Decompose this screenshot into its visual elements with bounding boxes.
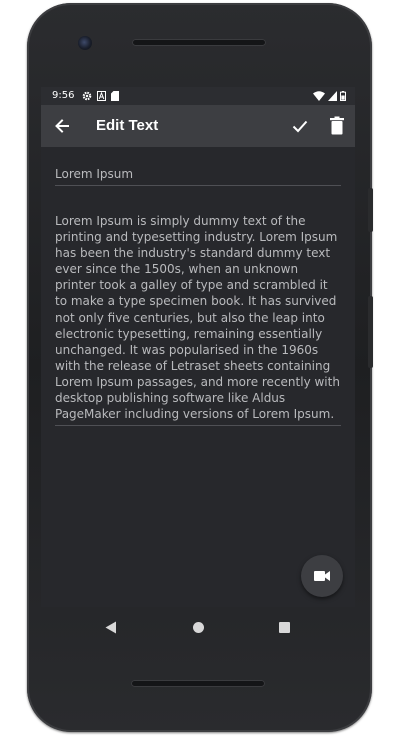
earpiece-speaker — [132, 39, 266, 46]
status-bar: 9:56 — [41, 87, 355, 105]
note-body-input[interactable]: Lorem Ipsum is simply dummy text of the … — [55, 213, 341, 427]
nav-recents-icon[interactable] — [279, 622, 290, 633]
wifi-icon — [313, 91, 325, 101]
status-right-icons — [313, 91, 346, 101]
front-camera — [78, 36, 92, 50]
nav-back-icon[interactable] — [105, 621, 117, 634]
arrow-back-icon[interactable] — [53, 117, 71, 135]
app-bar: Edit Text — [41, 105, 355, 147]
note-title-input[interactable]: Lorem Ipsum — [55, 167, 341, 186]
a-icon — [97, 91, 106, 101]
signal-icon — [328, 91, 337, 101]
sim-card-icon — [111, 91, 119, 101]
status-left-icons — [82, 91, 119, 101]
status-time: 9:56 — [52, 90, 75, 101]
volume-button — [368, 296, 373, 368]
navigation-bar — [41, 607, 355, 649]
bottom-speaker — [131, 680, 265, 687]
check-icon[interactable] — [291, 117, 309, 135]
battery-icon — [340, 91, 346, 101]
trash-icon[interactable] — [328, 116, 346, 136]
videocam-icon — [314, 571, 330, 581]
phone-screen: 9:56 Edit Text Lorem Ipsum Lorem Ipsum i… — [41, 87, 355, 607]
nav-home-icon[interactable] — [193, 622, 204, 633]
gear-icon — [82, 91, 92, 101]
record-video-button[interactable] — [301, 555, 343, 597]
power-button — [368, 188, 373, 232]
page-title: Edit Text — [96, 117, 159, 134]
